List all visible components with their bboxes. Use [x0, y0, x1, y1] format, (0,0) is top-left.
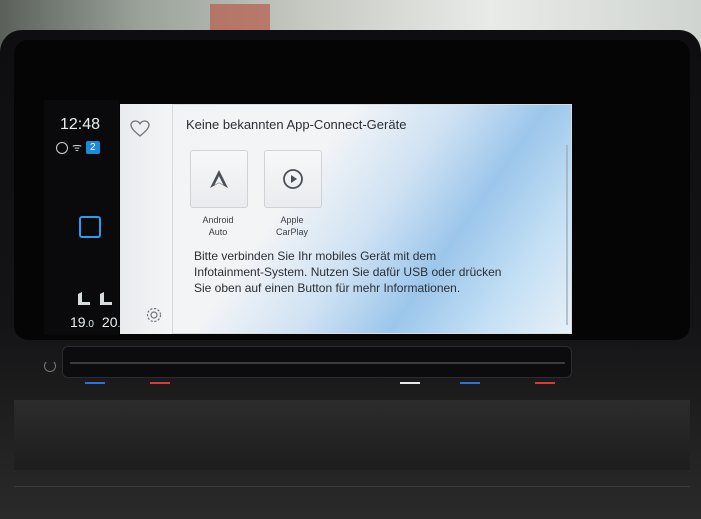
right-cool-indicator: [460, 382, 480, 384]
settings-gear-icon[interactable]: [145, 306, 163, 324]
air-vent: [14, 400, 690, 470]
carplay-icon: [283, 169, 303, 189]
clock: 12:48: [60, 116, 101, 133]
right-heat-indicator: [535, 382, 555, 384]
center-indicator: [400, 382, 420, 384]
left-heat-indicator: [150, 382, 170, 384]
power-icon[interactable]: [44, 360, 56, 372]
temperature-display[interactable]: 19.0 20.0: [70, 314, 126, 330]
status-row: ᯤ 2: [56, 140, 100, 155]
home-button[interactable]: [79, 216, 101, 238]
instruction-text: Bitte verbinden Sie Ihr mobiles Gerät mi…: [194, 249, 502, 295]
android-auto-label: Android Auto: [202, 215, 234, 237]
android-auto-button[interactable]: [190, 150, 248, 208]
notification-badge[interactable]: 2: [86, 141, 100, 154]
climate-slider-track: [70, 362, 565, 364]
apple-carplay-label: Apple CarPlay: [275, 215, 308, 237]
signal-icon: ᯤ: [72, 142, 83, 154]
gps-icon: [56, 141, 68, 154]
left-temperature: 19.0: [70, 314, 94, 330]
page-title: Keine bekannten App-Connect-Geräte: [186, 117, 407, 132]
favorite-heart-icon[interactable]: [130, 120, 150, 138]
apple-carplay-button[interactable]: [264, 150, 322, 208]
left-cool-indicator: [85, 382, 105, 384]
android-auto-icon: [210, 170, 228, 188]
lower-console: [14, 486, 690, 507]
screen-sidebar: [120, 104, 173, 334]
scrollbar[interactable]: [566, 145, 568, 325]
